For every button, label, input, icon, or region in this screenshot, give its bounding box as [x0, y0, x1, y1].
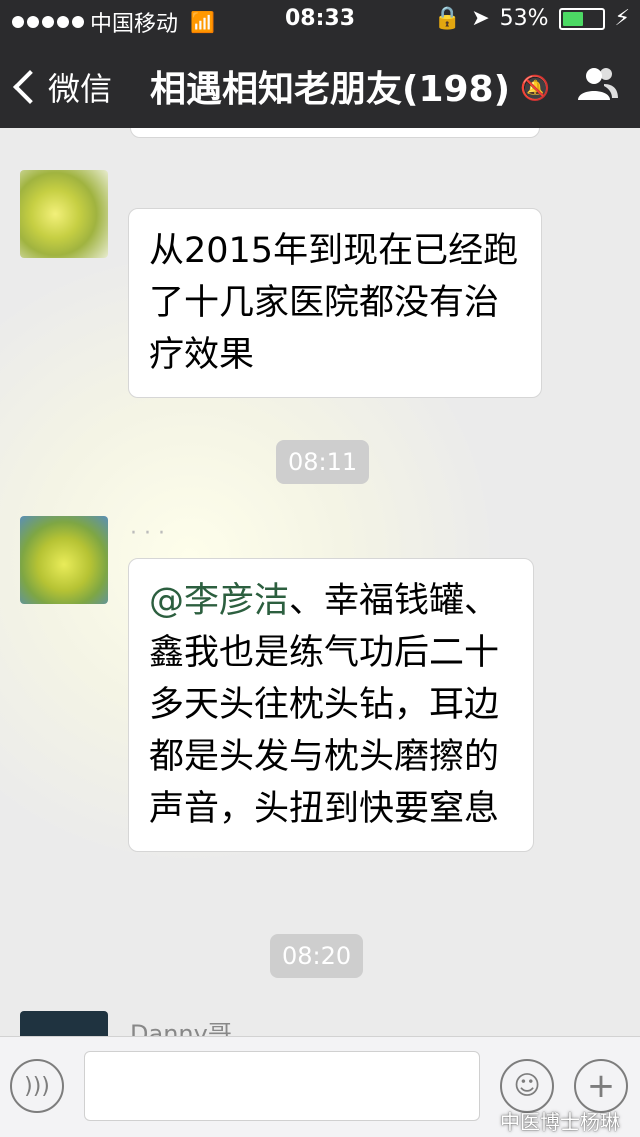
- battery-icon: [558, 7, 605, 30]
- message-bubble[interactable]: 从2015年到现在已经跑了十几家医院都没有治疗效果: [128, 208, 542, 398]
- location-icon: ➤: [471, 6, 490, 31]
- message-bubble-partial: [130, 128, 540, 138]
- chevron-left-icon: [13, 70, 47, 104]
- status-right: 🔒 ➤ 53% ⚡: [434, 6, 630, 31]
- voice-icon[interactable]: ))): [10, 1059, 64, 1113]
- chat-area[interactable]: 从2015年到现在已经跑了十几家医院都没有治疗效果 08:11 · · · @李…: [0, 128, 640, 1036]
- avatar[interactable]: [20, 170, 108, 258]
- avatar[interactable]: [20, 1011, 108, 1036]
- mention-link[interactable]: @李彦洁: [149, 581, 289, 621]
- back-label: 微信: [48, 70, 113, 108]
- watermark: 中医博士杨琳: [500, 1110, 620, 1134]
- message-bubble[interactable]: @李彦洁、幸福钱罐、鑫我也是练气功后二十多天头往枕头钻，耳边都是头发与枕头磨擦的…: [128, 558, 534, 852]
- timestamp: 08:20: [270, 934, 364, 978]
- message-input[interactable]: [84, 1051, 480, 1121]
- timestamp: 08:11: [276, 440, 370, 484]
- rotation-lock-icon: 🔒: [433, 6, 462, 31]
- avatar[interactable]: [20, 516, 108, 604]
- chat-title: 相遇相知老朋友(198): [150, 69, 511, 110]
- status-bar: 中国移动 📶 08:33 🔒 ➤ 53% ⚡: [0, 0, 640, 40]
- message-text: 从2015年到现在已经跑了十几家医院都没有治疗效果: [149, 231, 519, 375]
- back-button[interactable]: 微信: [13, 64, 113, 110]
- plus-icon[interactable]: +: [574, 1059, 628, 1113]
- charging-icon: ⚡: [614, 6, 630, 31]
- mute-icon: 🔕: [520, 74, 550, 102]
- sender-nickname: Danny哥: [130, 1020, 232, 1036]
- battery-percent: 53%: [499, 6, 549, 31]
- group-members-icon[interactable]: [574, 64, 620, 104]
- sender-nickname: · · ·: [130, 521, 165, 546]
- emoji-icon[interactable]: ☺: [500, 1059, 554, 1113]
- nav-bar: 微信 相遇相知老朋友(198) 🔕: [0, 40, 640, 128]
